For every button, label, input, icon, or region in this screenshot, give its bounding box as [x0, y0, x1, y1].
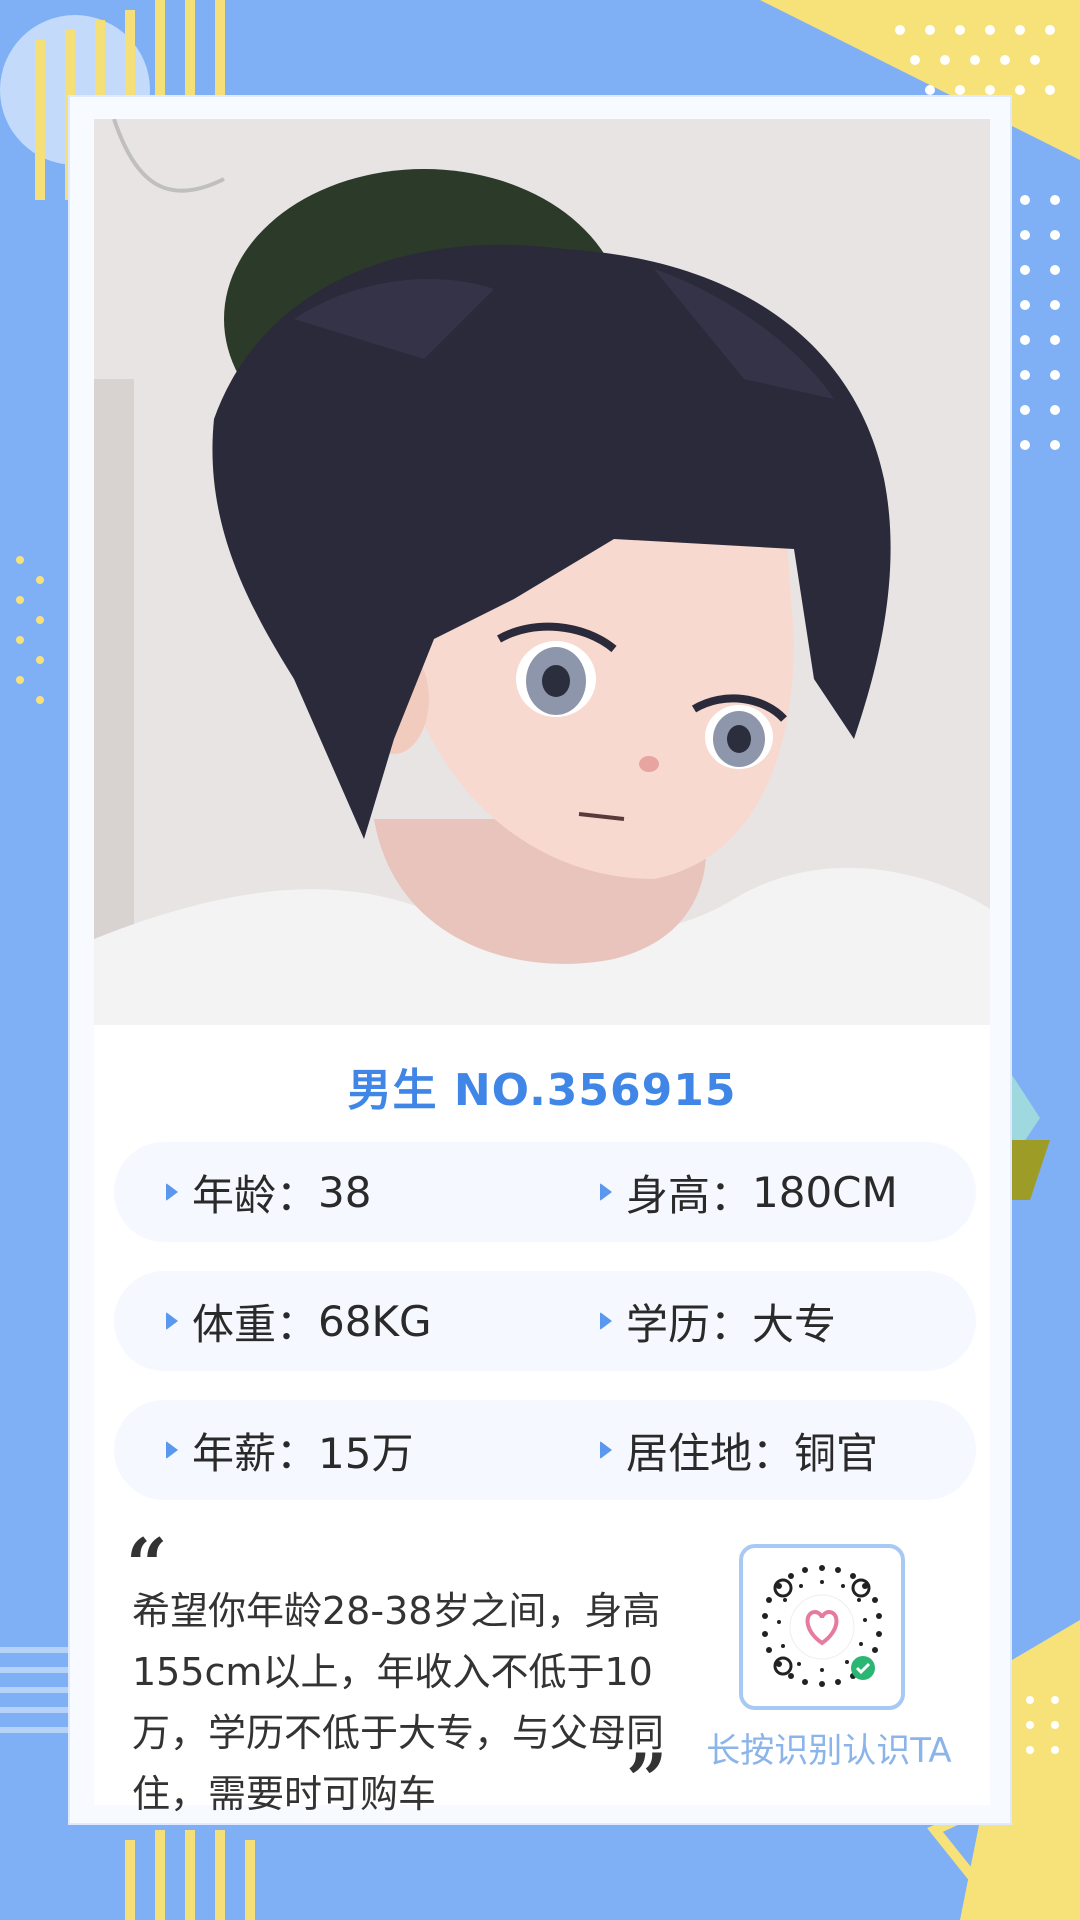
anime-avatar-portrait	[94, 119, 990, 1025]
close-quote-icon: ”	[626, 1737, 668, 1822]
info-value: 15万	[318, 1428, 414, 1478]
mini-program-code[interactable]	[739, 1544, 905, 1710]
profile-card: 男生 NO.356915 年龄： 38 身高： 180CM 体重： 68KG 学…	[68, 95, 1012, 1825]
info-label: 年龄：	[192, 1170, 319, 1220]
info-item-residence: 居住地： 铜官	[600, 1400, 878, 1500]
partner-requirements-text: 希望你年龄28-38岁之间，身高155cm以上，年收入不低于10万，学历不低于大…	[132, 1589, 665, 1816]
bullet-icon	[166, 1441, 178, 1459]
info-label: 年薪：	[192, 1428, 319, 1478]
info-value: 38	[318, 1167, 372, 1217]
info-row: 体重： 68KG 学历： 大专	[114, 1271, 976, 1371]
info-value: 大专	[752, 1299, 837, 1349]
info-label: 体重：	[192, 1299, 319, 1349]
bullet-icon	[600, 1312, 612, 1330]
info-value: 铜官	[794, 1428, 879, 1478]
info-item-weight: 体重： 68KG	[166, 1271, 432, 1371]
info-value: 68KG	[318, 1296, 432, 1346]
bullet-icon	[600, 1441, 612, 1459]
profile-card-inner: 男生 NO.356915 年龄： 38 身高： 180CM 体重： 68KG 学…	[94, 119, 990, 1816]
info-item-age: 年龄： 38	[166, 1142, 371, 1242]
info-item-height: 身高： 180CM	[600, 1142, 898, 1242]
profile-photo[interactable]	[94, 119, 990, 1025]
info-row: 年薪： 15万 居住地： 铜官	[114, 1400, 976, 1500]
info-value: 180CM	[752, 1167, 898, 1217]
bullet-icon	[166, 1312, 178, 1330]
bullet-icon	[600, 1183, 612, 1201]
info-row: 年龄： 38 身高： 180CM	[114, 1142, 976, 1242]
profile-title: 男生 NO.356915	[347, 1065, 737, 1116]
info-label: 学历：	[626, 1299, 753, 1349]
info-item-education: 学历： 大专	[600, 1271, 836, 1371]
bullet-icon	[166, 1183, 178, 1201]
info-label: 居住地：	[626, 1428, 795, 1478]
mini-program-code-icon	[762, 1565, 882, 1687]
info-label: 身高：	[626, 1170, 753, 1220]
scan-to-meet-label: 长按识别认识TA	[706, 1731, 952, 1771]
info-item-salary: 年薪： 15万	[166, 1400, 413, 1500]
